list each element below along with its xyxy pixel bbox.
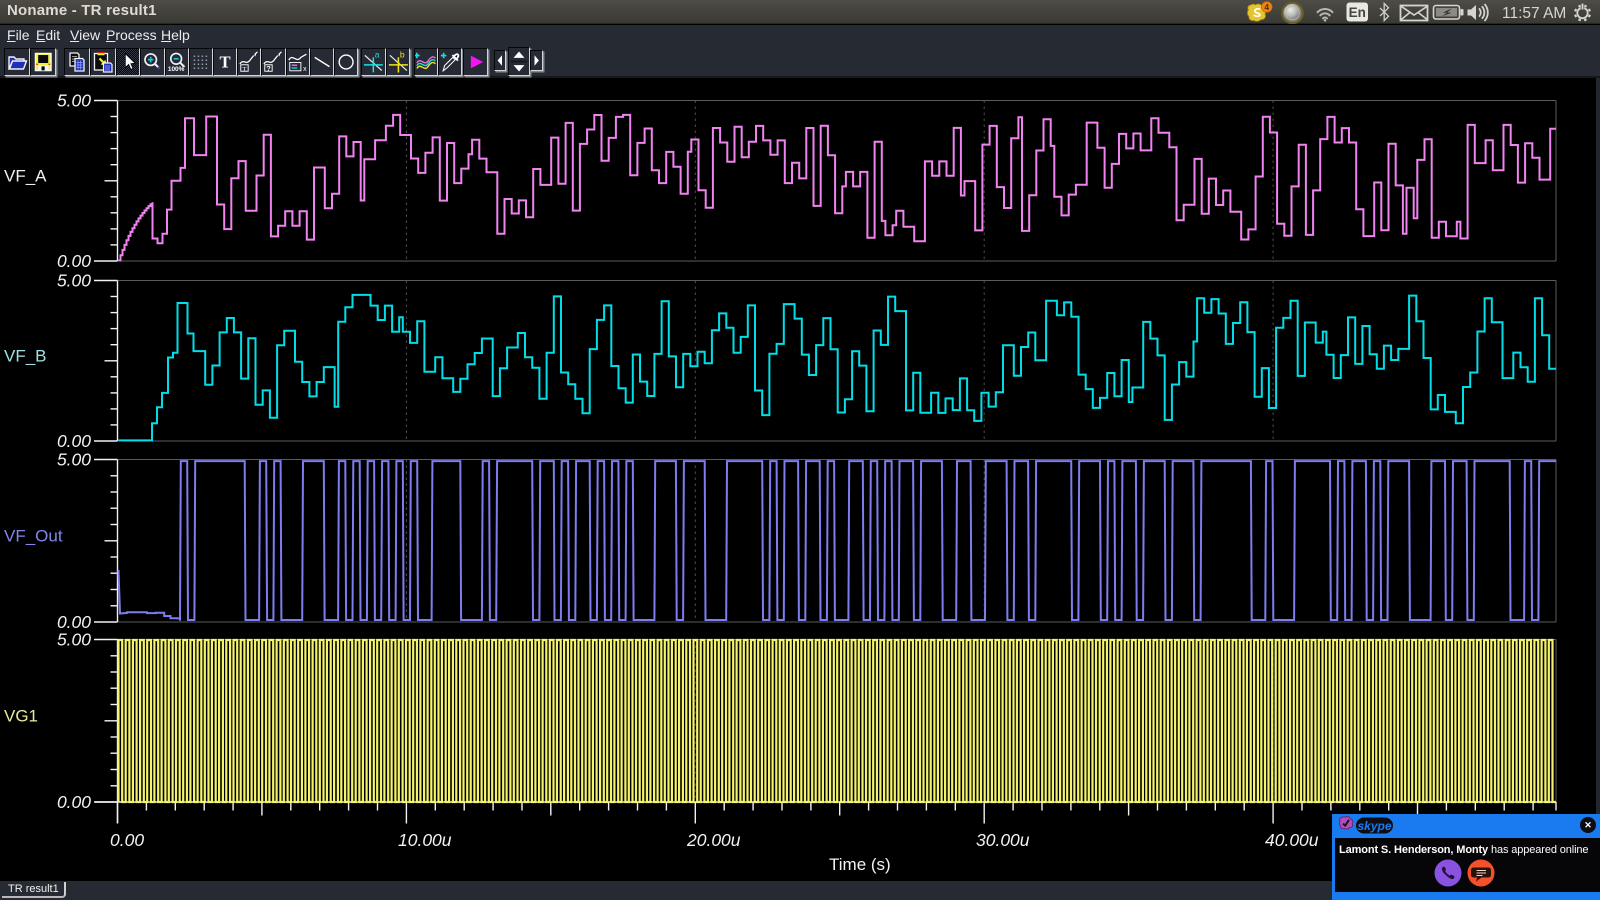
svg-text:skype: skype <box>1357 819 1391 833</box>
svg-text:0.00: 0.00 <box>110 830 144 850</box>
svg-text:En: En <box>1349 5 1366 20</box>
svg-text:VF_Out: VF_Out <box>4 526 63 545</box>
svg-text:5.00: 5.00 <box>57 90 91 110</box>
svg-text:5.00: 5.00 <box>57 629 91 649</box>
svg-text:a: a <box>375 49 380 59</box>
svg-text:30.00u: 30.00u <box>976 830 1030 850</box>
svg-text:T: T <box>220 53 231 72</box>
svg-text:11:57 AM: 11:57 AM <box>1502 5 1566 22</box>
svg-text:10.00u: 10.00u <box>398 830 452 850</box>
svg-text:VF_A: VF_A <box>4 166 47 185</box>
svg-text:b: b <box>400 49 405 59</box>
svg-text:40.00u: 40.00u <box>1265 830 1319 850</box>
svg-text:20.00u: 20.00u <box>686 830 741 850</box>
svg-text:0.00: 0.00 <box>57 251 91 271</box>
svg-text:5.00: 5.00 <box>57 449 91 469</box>
svg-text:Time (s): Time (s) <box>829 855 891 874</box>
svg-text:?: ? <box>267 64 272 73</box>
svg-text:4: 4 <box>1264 2 1269 12</box>
svg-text:5.00: 5.00 <box>57 270 91 290</box>
svg-text:VF_B: VF_B <box>4 346 47 365</box>
svg-text:0.00: 0.00 <box>57 792 91 812</box>
svg-text:VG1: VG1 <box>4 706 38 725</box>
svg-text:x: x <box>303 66 307 73</box>
svg-text:T: T <box>243 66 247 73</box>
svg-text:100%: 100% <box>167 66 184 73</box>
svg-text:0.00: 0.00 <box>57 431 91 451</box>
